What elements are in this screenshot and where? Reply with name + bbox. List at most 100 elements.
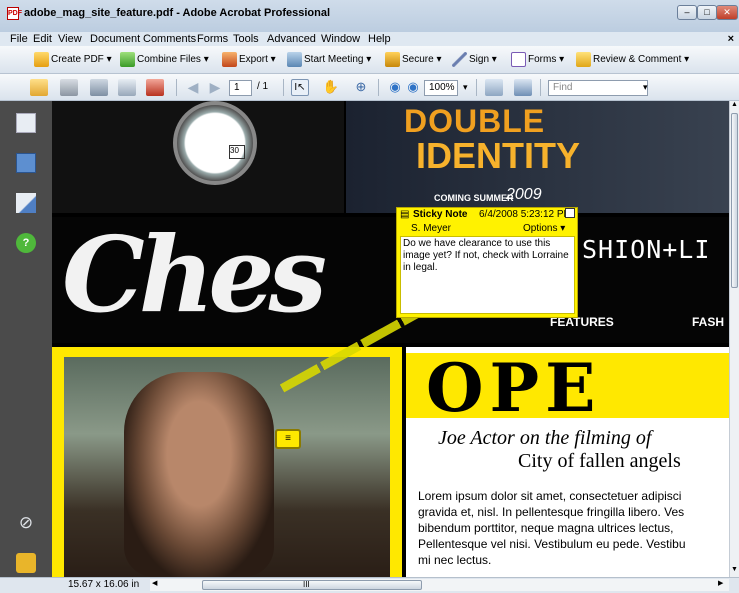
find-dropdown-icon[interactable]: ▾: [643, 82, 648, 93]
scroll-left-icon[interactable]: ◀: [152, 579, 157, 587]
page-size-label: 15.67 x 16.06 in: [68, 579, 140, 590]
fit-width-icon[interactable]: [514, 79, 532, 96]
maximize-button[interactable]: □: [697, 5, 717, 20]
article-line: gravida et, nisl. In pellentesque fringi…: [418, 505, 685, 519]
horizontal-scroll-thumb[interactable]: III: [202, 580, 422, 590]
watch-image: 30: [52, 101, 344, 213]
article-headline-line2: City of fallen angels: [518, 450, 681, 472]
page-number-input[interactable]: 1: [229, 80, 252, 96]
double-identity-banner: DOUBLE IDENTITY COMING SUMMER 2009: [346, 101, 729, 213]
zoom-level-input[interactable]: 100%: [424, 80, 458, 96]
secure-label: Secure: [402, 54, 434, 66]
article-panel: OPE Joe Actor on the filming of City of …: [406, 347, 729, 577]
sticky-note-minimize-icon[interactable]: [565, 208, 575, 218]
note-icon: ▤: [400, 209, 410, 220]
create-pdf-button[interactable]: Create PDF ▾: [34, 52, 112, 67]
review-comment-button[interactable]: Review & Comment ▾: [576, 52, 689, 67]
sticky-note-marker-icon[interactable]: ≡: [275, 429, 301, 449]
help-icon[interactable]: ?: [16, 233, 36, 253]
forms-icon: [511, 52, 526, 67]
combine-files-button[interactable]: Combine Files ▾: [120, 52, 209, 67]
zoom-out-icon[interactable]: ◉: [386, 79, 404, 96]
zoom-dropdown-icon[interactable]: ▾: [463, 82, 468, 93]
open-folder-icon[interactable]: [30, 79, 48, 96]
sign-label: Sign: [469, 54, 490, 66]
menu-help[interactable]: Help: [368, 33, 391, 45]
menu-document[interactable]: Document: [90, 33, 140, 45]
pdf-tool-icon[interactable]: [146, 79, 164, 96]
start-meeting-label: Start Meeting: [304, 54, 364, 66]
pen-icon: [452, 52, 467, 67]
previous-page-icon[interactable]: ◀: [184, 79, 202, 96]
menu-comments[interactable]: Comments: [143, 33, 196, 45]
lock-icon: [385, 52, 400, 67]
sticky-note-popup[interactable]: ▤ Sticky Note 6/4/2008 5:23:12 PM S. Mey…: [396, 207, 578, 318]
watch-subdial-label: 30: [229, 145, 245, 159]
menu-tools[interactable]: Tools: [233, 33, 259, 45]
create-pdf-icon: [34, 52, 49, 67]
review-label: Review & Comment: [593, 54, 682, 66]
sign-button[interactable]: Sign ▾: [452, 52, 497, 67]
scroll-right-icon[interactable]: ▶: [718, 579, 723, 587]
open-title: OPE: [426, 349, 602, 427]
export-label: Export: [239, 54, 268, 66]
article-body: Lorem ipsum dolor sit amet, consectetuer…: [418, 488, 686, 568]
vertical-scrollbar[interactable]: ▲ ▼: [729, 101, 739, 577]
article-line: Lorem ipsum dolor sit amet, consectetuer…: [418, 489, 682, 503]
bookmarks-icon[interactable]: [16, 153, 36, 173]
start-meeting-button[interactable]: Start Meeting ▾: [287, 52, 371, 67]
fit-page-icon[interactable]: [485, 79, 503, 96]
zoom-in-icon[interactable]: ◉: [404, 79, 422, 96]
banner-subtitle: COMING SUMMER: [434, 193, 514, 203]
menu-window[interactable]: Window: [321, 33, 360, 45]
document-close-icon[interactable]: ×: [728, 33, 734, 45]
minimize-button[interactable]: –: [677, 5, 697, 20]
secure-button[interactable]: Secure ▾: [385, 52, 442, 67]
select-tool-icon[interactable]: I↖: [291, 79, 309, 96]
navigation-pane: ? ⊘: [0, 101, 52, 577]
scroll-up-icon[interactable]: ▲: [730, 101, 739, 111]
signatures-icon[interactable]: [16, 193, 36, 213]
site-logo: Ches: [62, 213, 327, 336]
print-icon[interactable]: [60, 79, 78, 96]
scroll-down-icon[interactable]: ▼: [730, 566, 739, 576]
tasks-toolbar: Create PDF ▾ Combine Files ▾ Export ▾ St…: [0, 46, 739, 74]
separator: [283, 79, 284, 96]
export-button[interactable]: Export ▾: [222, 52, 276, 67]
zoom-tool-icon[interactable]: ⊕: [352, 79, 370, 96]
separator: [176, 79, 177, 96]
email-icon[interactable]: [118, 79, 136, 96]
sticky-note-options[interactable]: Options ▾: [523, 223, 565, 234]
find-input[interactable]: Find: [548, 80, 648, 96]
menu-advanced[interactable]: Advanced: [267, 33, 316, 45]
vertical-scroll-thumb[interactable]: [731, 113, 738, 288]
menu-edit[interactable]: Edit: [33, 33, 52, 45]
actor-photo: [64, 357, 390, 577]
horizontal-scrollbar[interactable]: ◀ III ▶: [150, 579, 729, 591]
acrobat-window: PDF adobe_mag_site_feature.pdf - Adobe A…: [0, 0, 739, 593]
banner-year: 2009: [506, 186, 542, 203]
attachments-icon[interactable]: ⊘: [16, 513, 36, 533]
close-button[interactable]: ✕: [716, 5, 738, 20]
meeting-icon: [287, 52, 302, 67]
pages-icon[interactable]: [16, 113, 36, 133]
separator: [476, 79, 477, 96]
menu-view[interactable]: View: [58, 33, 82, 45]
save-icon[interactable]: [90, 79, 108, 96]
options-label: Options: [523, 223, 558, 234]
next-page-icon[interactable]: ▶: [206, 79, 224, 96]
document-page: 30 DOUBLE IDENTITY COMING SUMMER 2009 Ch…: [52, 101, 729, 577]
sticky-note-text[interactable]: Do we have clearance to use this image y…: [400, 236, 575, 314]
forms-button[interactable]: Forms ▾: [511, 52, 564, 67]
create-pdf-label: Create PDF: [51, 54, 104, 66]
navigation-toolbar: ◀ ▶ 1 / 1 I↖ ✋ ⊕ ◉ ◉ 100% ▾ Find ▾: [0, 74, 739, 101]
sticky-note-author: S. Meyer: [411, 223, 452, 234]
forms-label: Forms: [528, 54, 557, 66]
menu-forms[interactable]: Forms: [197, 33, 228, 45]
hand-tool-icon[interactable]: ✋: [322, 79, 340, 96]
article-line: bibendum porttitor, neque magna ultrices…: [418, 521, 674, 535]
comments-icon[interactable]: [16, 553, 36, 573]
article-headline-line1: Joe Actor on the filming of: [438, 427, 652, 449]
window-title: adobe_mag_site_feature.pdf - Adobe Acrob…: [24, 7, 331, 19]
menu-file[interactable]: File: [10, 33, 28, 45]
